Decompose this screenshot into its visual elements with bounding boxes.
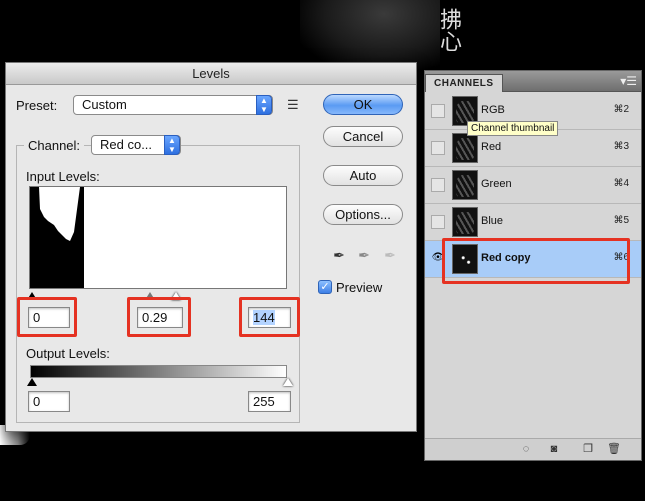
gray-eyedropper-icon[interactable]: ✒: [356, 246, 372, 264]
channel-value: Red co...: [100, 137, 153, 152]
visibility-toggle[interactable]: [431, 178, 445, 192]
channel-label: Channel:: [24, 138, 85, 153]
dialog-title[interactable]: Levels: [6, 63, 416, 85]
visibility-toggle[interactable]: [431, 104, 445, 118]
options-button[interactable]: Options...: [323, 204, 403, 225]
visibility-toggle[interactable]: [431, 215, 445, 229]
channel-row-blue[interactable]: Blue ⌘5: [425, 204, 641, 241]
channel-thumbnail: [452, 170, 478, 200]
preset-select[interactable]: Custom ▲ ▼: [73, 95, 273, 115]
white-eyedropper-icon[interactable]: ✒: [382, 246, 398, 264]
channel-thumbnail-tooltip: Channel thumbnail: [467, 121, 559, 136]
output-black-field[interactable]: 0: [28, 391, 70, 412]
preview-label: Preview: [336, 280, 383, 295]
panel-menu-icon[interactable]: ▾☰: [620, 74, 637, 88]
load-selection-icon[interactable]: ◌: [519, 443, 533, 456]
channel-shortcut: ⌘4: [613, 178, 629, 189]
ok-button[interactable]: OK: [323, 94, 403, 115]
cancel-button[interactable]: Cancel: [323, 126, 403, 147]
output-gradient-bar: [30, 365, 287, 378]
channels-footer: ◌ ◙ ❐ 🗑: [425, 438, 641, 460]
channel-name: RGB: [481, 104, 505, 116]
output-white-slider[interactable]: [283, 378, 293, 386]
save-selection-icon[interactable]: ◙: [547, 443, 561, 456]
highlight-red-copy-row: [442, 238, 630, 284]
channel-arrows-icon: ▲ ▼: [164, 135, 180, 155]
channel-shortcut: ⌘5: [613, 215, 629, 226]
channels-header: CHANNELS ▾☰: [425, 71, 641, 92]
delete-channel-icon[interactable]: 🗑: [607, 443, 621, 456]
input-levels-label: Input Levels:: [26, 169, 100, 184]
new-channel-icon[interactable]: ❐: [581, 443, 595, 456]
visibility-toggle[interactable]: [431, 141, 445, 155]
highlight-black-input: [17, 297, 77, 337]
highlight-gamma-input: [127, 297, 191, 337]
background-calligraphy: 拂心: [436, 8, 461, 52]
preset-arrows-icon: ▲ ▼: [256, 95, 272, 115]
channel-select[interactable]: Red co... ▲ ▼: [91, 135, 181, 155]
output-white-field[interactable]: 255: [248, 391, 291, 412]
channel-thumbnail: [452, 133, 478, 163]
channel-thumbnail: [452, 207, 478, 237]
preset-label: Preset:: [16, 98, 58, 113]
channel-name: Green: [481, 178, 512, 190]
channel-row-green[interactable]: Green ⌘4: [425, 167, 641, 204]
preview-checkbox[interactable]: ✓: [318, 280, 332, 294]
preset-options-icon[interactable]: ☰: [287, 97, 299, 113]
output-black-slider[interactable]: [27, 378, 37, 386]
auto-button[interactable]: Auto: [323, 165, 403, 186]
channel-shortcut: ⌘2: [613, 104, 629, 115]
channel-name: Red: [481, 141, 502, 153]
histogram-graph: [30, 187, 286, 288]
tab-channels[interactable]: CHANNELS: [425, 74, 503, 92]
highlight-white-input: [239, 297, 300, 337]
channel-name: Blue: [481, 215, 504, 227]
preset-value: Custom: [82, 97, 127, 112]
black-eyedropper-icon[interactable]: ✒: [331, 246, 347, 264]
background-photo: [300, 0, 440, 70]
channel-shortcut: ⌘3: [613, 141, 629, 152]
output-levels-label: Output Levels:: [26, 346, 110, 361]
histogram: [29, 186, 287, 289]
